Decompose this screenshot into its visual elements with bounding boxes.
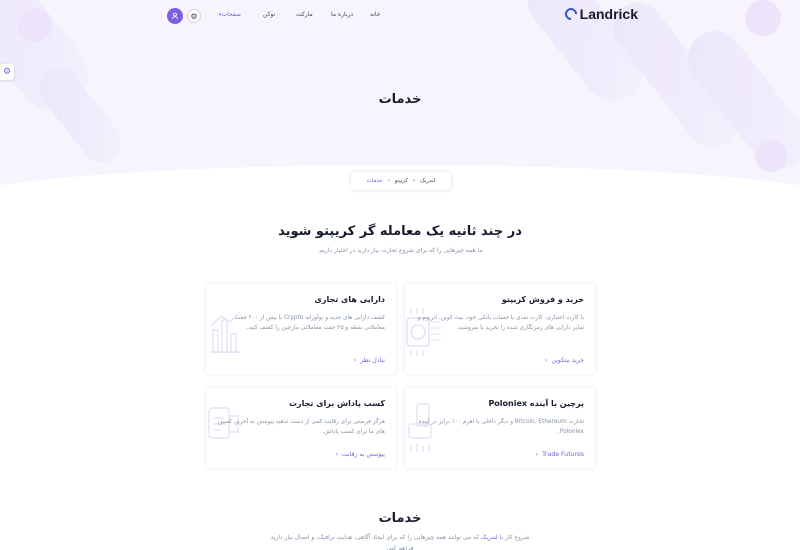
card-link[interactable]: پیوستن به رقابت ‹ <box>335 451 385 458</box>
arrow-left-icon: ‹ <box>335 451 338 458</box>
style-switcher-button[interactable]: ⚙ <box>0 64 14 80</box>
card-link-label: تبادل نظر <box>360 357 385 364</box>
nav-home[interactable]: خانه <box>370 11 380 18</box>
card-text: با کارت اعتباری، کارت نقدی یا حساب بانکی… <box>417 315 584 331</box>
card-link[interactable]: تبادل نظر ‹ <box>354 357 385 364</box>
services-text-end: که می توانند همه چیزهایی را که برای ایجا… <box>270 534 482 550</box>
card-link[interactable]: خرید بیتکوین ‹ <box>545 357 584 364</box>
gear-icon: ⚙ <box>2 67 12 77</box>
services-title: خدمات <box>378 511 422 526</box>
logo-icon <box>562 5 580 23</box>
arrow-left-icon: ‹ <box>535 451 539 458</box>
card-text: تجارت Bitcoin، Ethereum و دیگر داخلی با … <box>418 419 584 435</box>
settings-button[interactable]: ⚙ <box>187 9 201 23</box>
arrow-left-icon: ‹ <box>353 357 357 364</box>
card-link[interactable]: Trade Futures ‹ <box>536 451 584 458</box>
nav-token[interactable]: توکن <box>263 11 275 18</box>
service-card: کسب پاداش برای تجارت هرگز فرصتی برای رقا… <box>206 388 396 468</box>
page-title: خدمات <box>378 92 422 107</box>
breadcrumb: لندریک ‹ کریپتو ‹ خدمات <box>351 172 451 190</box>
services-text-start: شروع کار با <box>497 534 530 541</box>
service-card: دارایی های تجاری کشف دارایی های جدید و ن… <box>206 284 396 374</box>
service-card: پرچین با آینده Poloniex تجارت Bitcoin، E… <box>405 388 595 468</box>
page: Landrick خانه درباره ما مارکت توکن ▾صفحا… <box>0 0 800 550</box>
arrow-left-icon: ‹ <box>544 357 548 364</box>
user-button[interactable] <box>167 8 183 24</box>
hero-decor <box>755 140 787 172</box>
breadcrumb-item-crypto[interactable]: کریپتو <box>395 178 408 184</box>
chevron-left-icon: ‹ <box>413 178 416 184</box>
brand-name: لندریک <box>481 534 498 541</box>
top-navbar: Landrick خانه درباره ما مارکت توکن ▾صفحا… <box>0 0 800 34</box>
chevron-left-icon: ‹ <box>387 178 390 184</box>
nav-market[interactable]: مارکت <box>296 11 313 18</box>
card-link-label: Trade Futures <box>542 451 584 458</box>
breadcrumb-item-current: خدمات <box>366 178 383 184</box>
section-title: در چند ثانیه یک معامله گر کریپتو شوید <box>278 224 522 239</box>
nav-about[interactable]: درباره ما <box>331 11 353 18</box>
logo-text: Landrick <box>579 6 638 22</box>
card-text: هرگز فرصتی برای رقابت کمی از دست ندهید پ… <box>217 419 385 435</box>
section-subtitle: ما همه چیزهایی را که برای شروع تجارت نیا… <box>317 247 483 254</box>
service-card: خرید و فروش کریپتو با کارت اعتباری، کارت… <box>405 284 595 374</box>
services-description: شروع کار با لندریک که می توانند همه چیزه… <box>270 532 530 550</box>
card-text: کشف دارایی های جدید و نوآورانه Crypto با… <box>234 315 385 331</box>
user-icon <box>171 12 179 20</box>
card-link-label: پیوستن به رقابت <box>341 451 385 458</box>
breadcrumb-item-home[interactable]: لندریک <box>420 178 435 184</box>
gear-icon: ⚙ <box>190 11 198 21</box>
logo[interactable]: Landrick <box>562 5 638 23</box>
nav-pages-label: صفحات <box>221 11 241 18</box>
card-link-label: خرید بیتکوین <box>551 357 584 364</box>
nav-pages[interactable]: ▾صفحات <box>216 11 241 18</box>
